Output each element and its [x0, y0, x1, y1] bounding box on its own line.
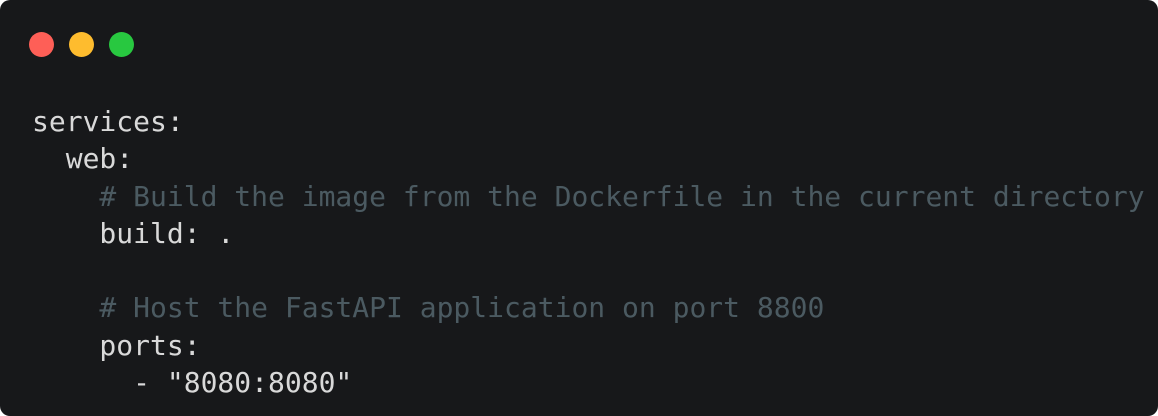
code-block: services: web: # Build the image from th…	[32, 103, 1145, 401]
code-window: services: web: # Build the image from th…	[0, 0, 1158, 416]
code-line: web:	[32, 142, 134, 176]
code-line: - "8080:8080"	[32, 366, 353, 400]
code-line: services:	[32, 105, 184, 138]
close-button[interactable]	[29, 32, 54, 57]
code-comment: # Build the image from the Dockerfile in…	[32, 179, 1145, 213]
code-line: build: .	[32, 216, 235, 250]
code-comment: # Host the FastAPI application on port 8…	[32, 291, 825, 325]
maximize-button[interactable]	[109, 32, 134, 57]
code-line: ports:	[32, 328, 201, 362]
minimize-button[interactable]	[69, 32, 94, 57]
window-controls	[29, 32, 134, 57]
